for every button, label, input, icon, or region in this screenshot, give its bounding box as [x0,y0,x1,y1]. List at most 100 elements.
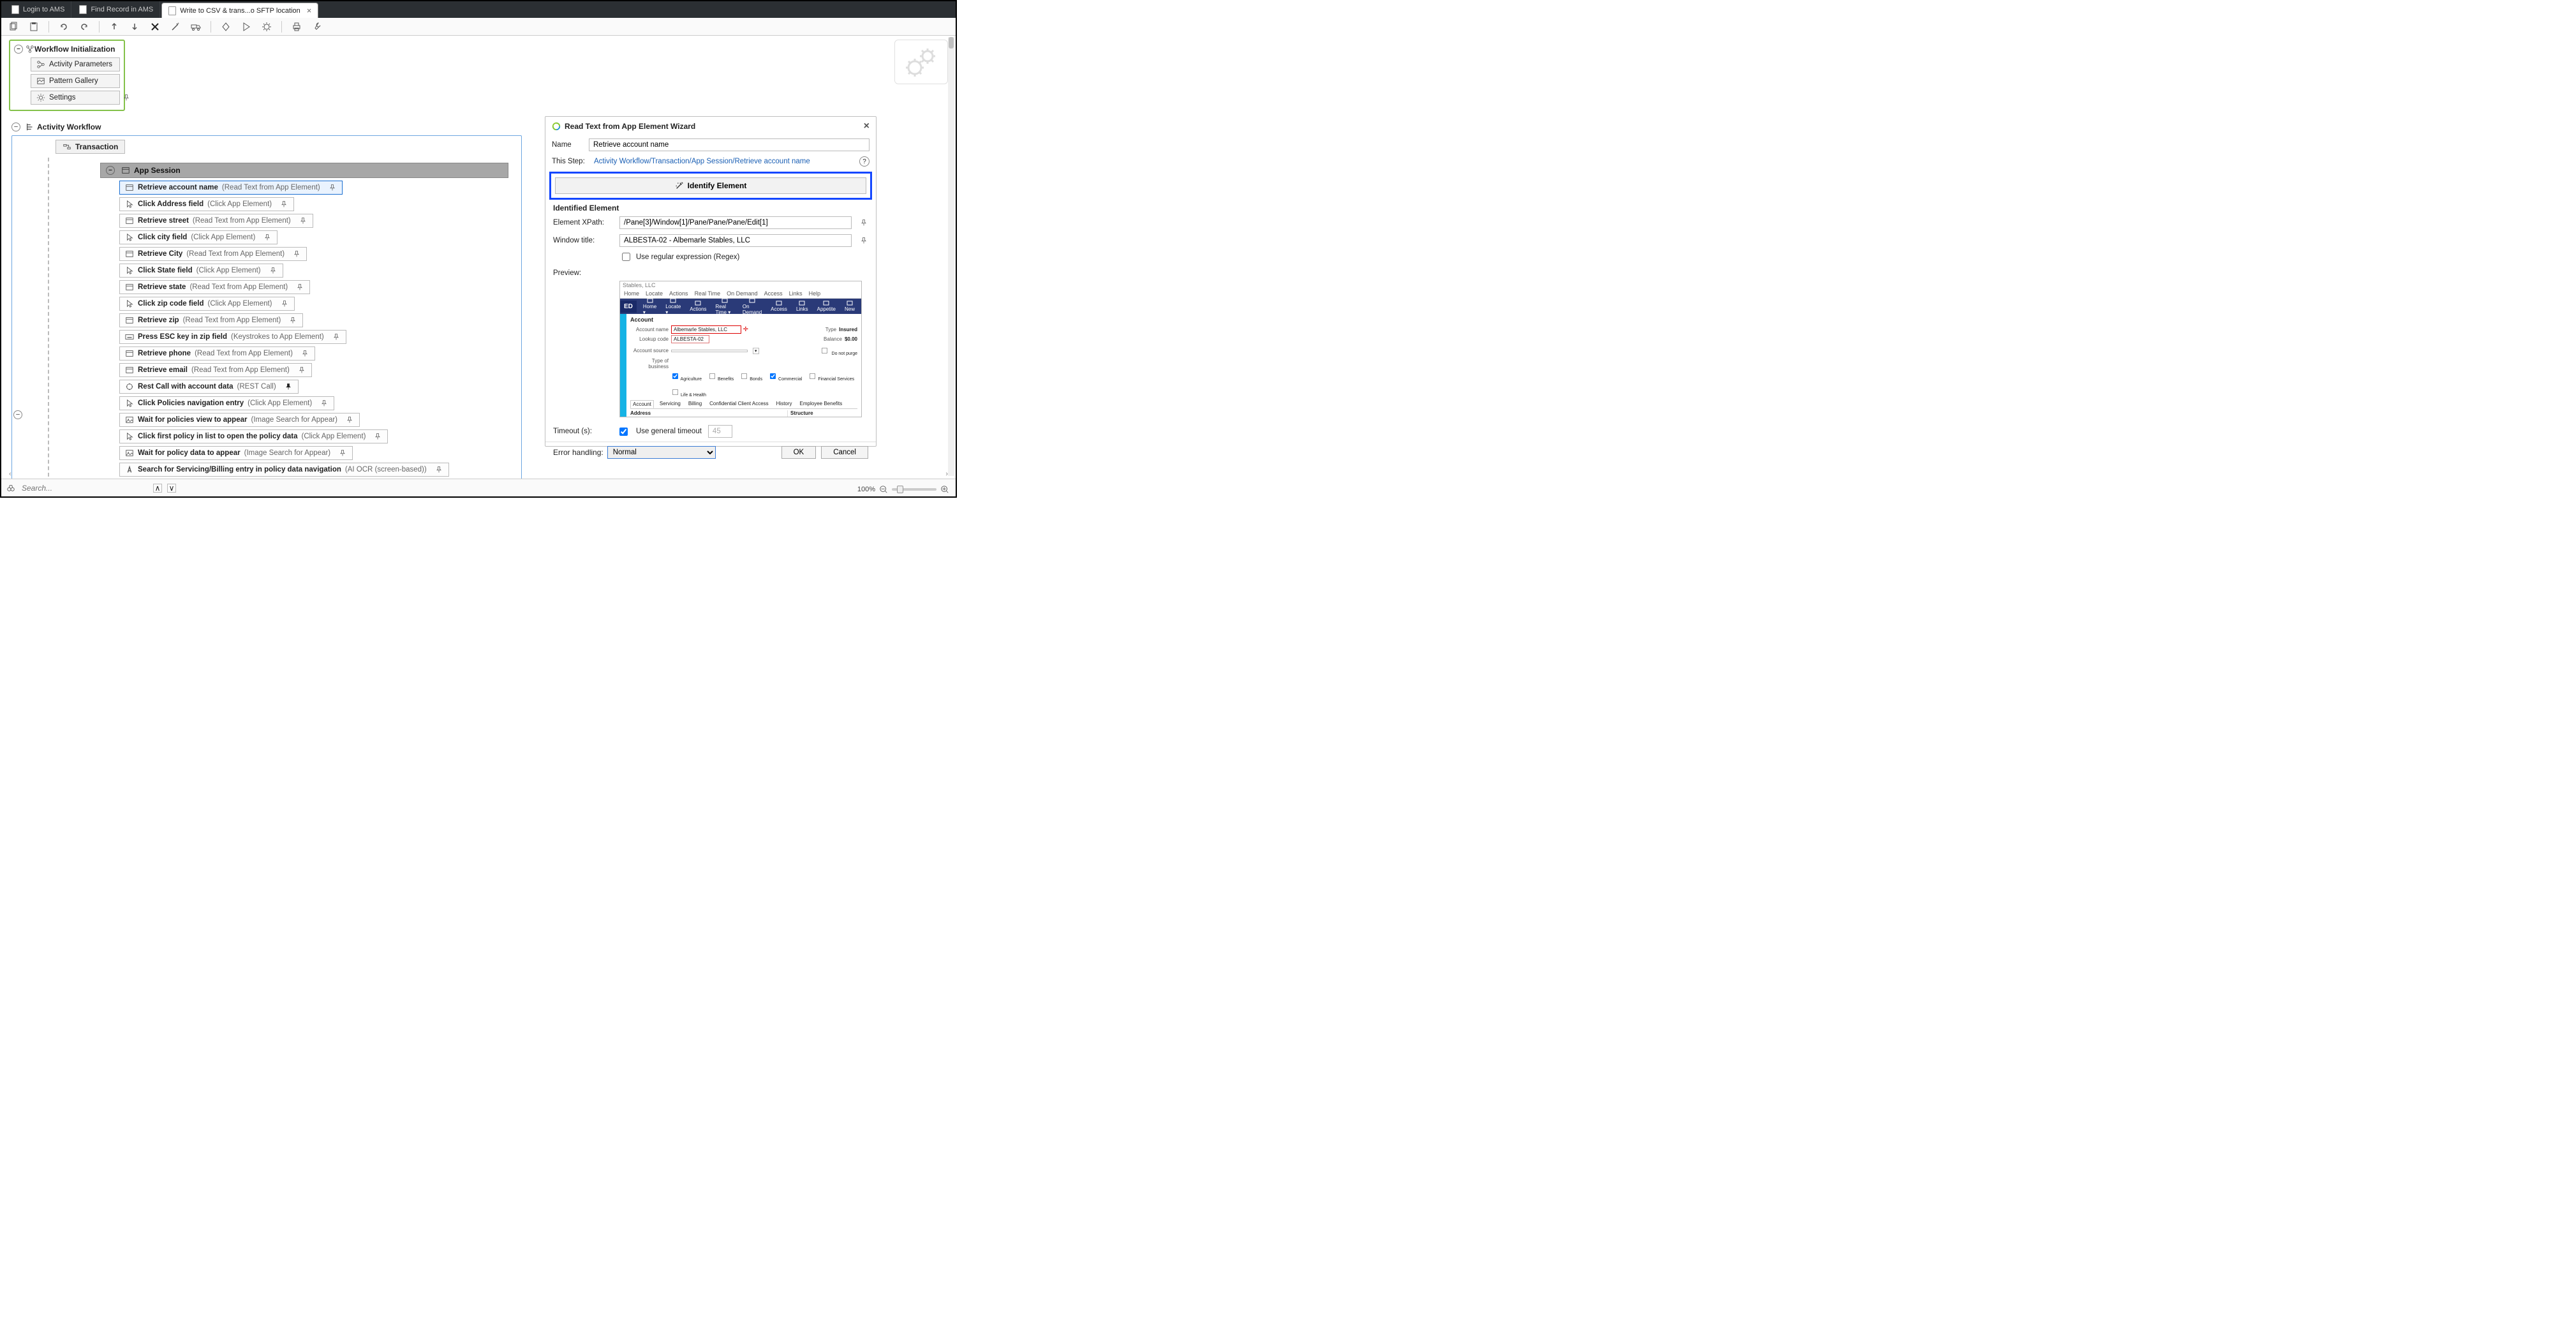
workflow-step[interactable]: Retrieve zip (Read Text from App Element… [119,313,303,327]
pin-icon[interactable] [297,366,306,375]
collapse-toggle[interactable]: – [13,410,22,419]
search-next-icon[interactable]: ∨ [167,484,176,493]
use-general-timeout-label: Use general timeout [636,428,702,435]
workflow-canvas[interactable]: Transaction – App Session Retrieve accou… [11,135,522,489]
paste-icon[interactable] [27,20,41,34]
settings-button[interactable]: Settings [31,91,120,105]
window-title-label: Window title: [553,237,614,244]
pin-icon[interactable] [328,183,337,192]
truck-icon[interactable] [189,20,203,34]
this-step-link[interactable]: Activity Workflow/Transaction/App Sessio… [594,158,810,165]
app-session-header[interactable]: – App Session [100,163,508,178]
workflow-step[interactable]: Retrieve street (Read Text from App Elem… [119,214,313,228]
workflow-step[interactable]: Retrieve phone (Read Text from App Eleme… [119,346,315,361]
print-icon[interactable] [290,20,304,34]
workflow-step[interactable]: Click first policy in list to open the p… [119,429,388,443]
workflow-step[interactable]: Click city field (Click App Element) [119,230,278,244]
workflow-step[interactable]: Wait for policies view to appear (Image … [119,413,360,427]
pin-icon[interactable] [280,299,289,308]
pin-icon[interactable] [320,399,329,408]
pin-icon[interactable] [279,200,288,209]
workflow-step[interactable]: Wait for policy data to appear (Image Se… [119,446,353,460]
workflow-step[interactable]: Click Address field (Click App Element) [119,197,294,211]
pin-icon[interactable] [288,316,297,325]
pin-icon[interactable] [122,93,131,102]
pin-icon[interactable] [269,266,278,275]
copy-icon[interactable] [6,20,20,34]
xpath-input[interactable] [619,216,852,229]
wand-icon[interactable] [168,20,182,34]
cancel-button[interactable]: Cancel [821,446,868,459]
search-prev-icon[interactable]: ∧ [153,484,162,493]
tab-find-record[interactable]: Find Record in AMS [73,1,160,18]
upload-icon[interactable] [107,20,121,34]
pin-icon[interactable] [332,332,341,341]
vertical-scrollbar[interactable] [948,37,954,476]
pin-icon[interactable] [345,415,354,424]
horizontal-scrollbar[interactable]: ‹› [9,470,948,479]
ok-button[interactable]: OK [781,446,817,459]
identify-element-button[interactable]: Identify Element [555,177,866,194]
close-tool-icon[interactable] [148,20,162,34]
regex-checkbox[interactable] [622,253,630,261]
wrench-icon[interactable] [310,20,324,34]
collapse-toggle[interactable]: – [106,166,115,175]
collapse-toggle[interactable]: – [11,123,20,131]
pin-icon[interactable] [300,349,309,358]
binoculars-icon[interactable] [6,484,15,493]
step-subtitle: (Click App Element) [301,433,366,440]
pin-icon[interactable] [292,249,301,258]
workflow-step[interactable]: Click zip code field (Click App Element) [119,297,295,311]
gear-watermark [894,40,948,84]
workflow-step[interactable]: Press ESC key in zip field (Keystrokes t… [119,330,346,344]
workflow-icon [26,123,34,131]
help-icon[interactable]: ? [859,156,870,167]
pin-icon[interactable] [859,236,868,245]
pin-icon[interactable] [284,382,293,391]
step-subtitle: (Read Text from App Element) [183,316,281,324]
pin-icon[interactable] [338,449,347,458]
step-subtitle: (Read Text from App Element) [191,366,290,374]
error-handling-select[interactable]: Normal [607,446,716,459]
gear-icon [36,93,45,102]
play-icon[interactable] [239,20,253,34]
name-input[interactable] [589,138,870,151]
close-icon[interactable]: × [864,121,870,132]
workflow-step[interactable]: Click Policies navigation entry (Click A… [119,396,334,410]
preview-target-field: Albemarle Stables, LLC ✛ [671,325,741,334]
transaction-node[interactable]: Transaction [56,140,125,154]
document-tabbar: Login to AMS Find Record in AMS Write to… [1,1,956,18]
step-subtitle: (Click App Element) [191,234,255,241]
tab-write-csv-sftp[interactable]: Write to CSV & trans...o SFTP location × [161,3,318,18]
pin-icon[interactable] [859,218,868,227]
search-input[interactable] [20,483,148,493]
undo-icon[interactable] [57,20,71,34]
tab-login-ams[interactable]: Login to AMS [5,1,71,18]
zoom-slider[interactable] [892,488,936,491]
pin-icon[interactable] [263,233,272,242]
download-icon[interactable] [128,20,142,34]
identify-label: Identify Element [688,181,747,190]
pin-icon[interactable] [373,432,382,441]
activity-parameters-button[interactable]: Activity Parameters [31,57,120,71]
step-icon [125,366,134,375]
workflow-step[interactable]: Retrieve account name (Read Text from Ap… [119,181,343,195]
step-title: Retrieve account name [138,184,218,191]
collapse-toggle[interactable]: – [14,45,23,54]
use-general-timeout-checkbox[interactable] [619,428,628,436]
zoom-in-icon[interactable] [940,485,949,494]
zoom-out-icon[interactable] [879,485,888,494]
workflow-step[interactable]: Rest Call with account data (REST Call) [119,380,299,394]
workflow-step[interactable]: Retrieve state (Read Text from App Eleme… [119,280,310,294]
debug-gear-icon[interactable] [260,20,274,34]
pin-icon[interactable] [295,283,304,292]
redo-icon[interactable] [77,20,91,34]
workflow-step[interactable]: Click State field (Click App Element) [119,264,283,278]
window-title-input[interactable] [619,234,852,247]
pattern-gallery-button[interactable]: Pattern Gallery [31,74,120,88]
breakpoint-icon[interactable] [219,20,233,34]
workflow-step[interactable]: Retrieve City (Read Text from App Elemen… [119,247,307,261]
close-icon[interactable]: × [307,6,312,15]
workflow-step[interactable]: Retrieve email (Read Text from App Eleme… [119,363,312,377]
pin-icon[interactable] [299,216,307,225]
